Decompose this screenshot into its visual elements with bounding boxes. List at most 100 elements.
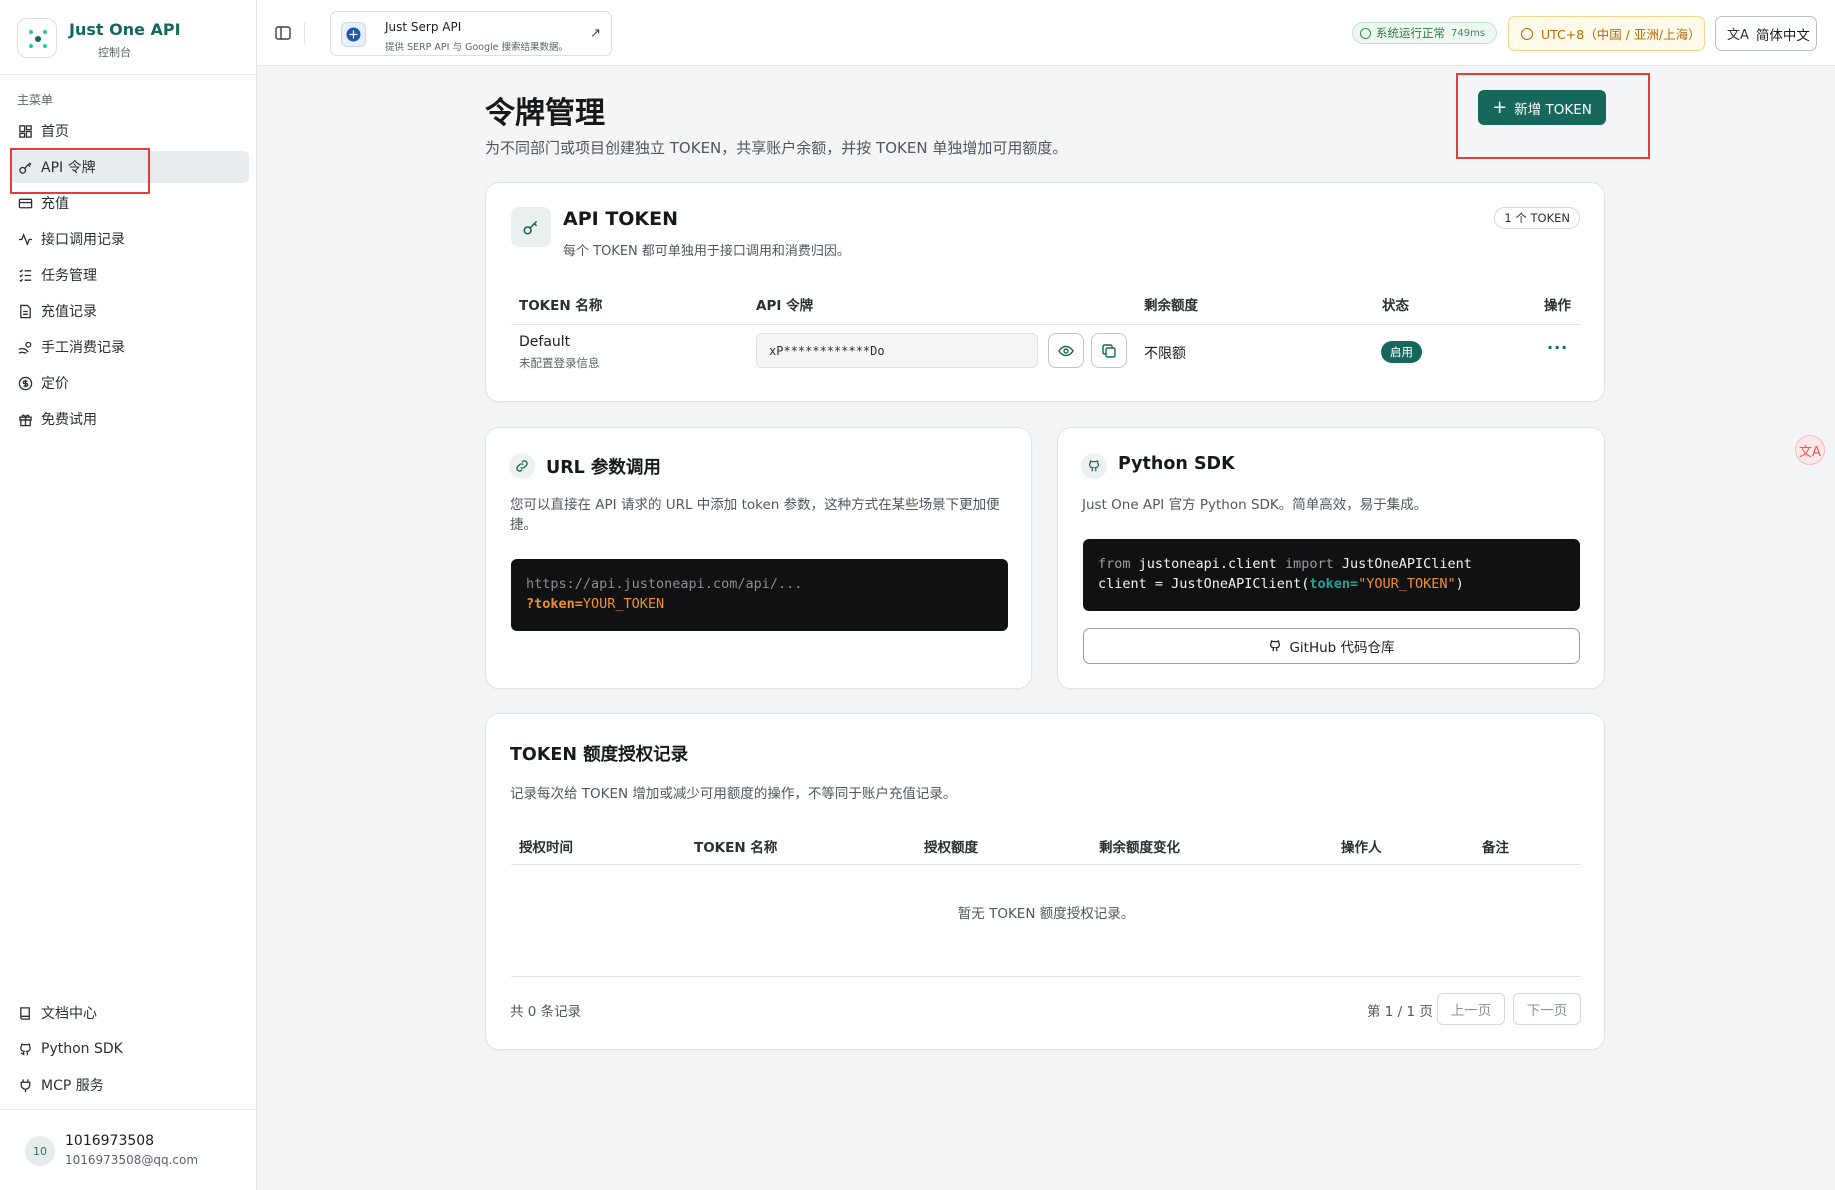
copy-token-button[interactable] bbox=[1091, 333, 1127, 368]
github-icon bbox=[17, 1041, 33, 1057]
reveal-token-button[interactable] bbox=[1048, 333, 1084, 368]
sidebar-item-label: 充值 bbox=[41, 196, 69, 212]
plus-icon: + bbox=[1492, 96, 1508, 118]
card-icon bbox=[17, 195, 33, 211]
translate-icon: 文A bbox=[1727, 28, 1749, 43]
records-title: TOKEN 额度授权记录 bbox=[510, 745, 689, 765]
column-header: 操作 bbox=[1544, 298, 1571, 314]
column-header: 剩余额度变化 bbox=[1099, 840, 1180, 856]
sidebar-item-recharge-records[interactable]: 充值记录 bbox=[10, 295, 249, 327]
top-header: Just Serp API 提供 SERP API 与 Google 搜索结果数… bbox=[257, 0, 1835, 66]
column-header: 状态 bbox=[1382, 298, 1409, 314]
code-value: YOUR_TOKEN bbox=[582, 596, 665, 612]
brand-logo[interactable] bbox=[17, 18, 57, 58]
more-actions-button[interactable]: ··· bbox=[1547, 338, 1568, 357]
code-text: ) bbox=[1455, 576, 1464, 592]
status-latency: 749ms bbox=[1451, 27, 1486, 39]
sidebar-item-label: 接口调用记录 bbox=[41, 232, 125, 248]
column-header: 备注 bbox=[1482, 840, 1509, 856]
column-header: 授权额度 bbox=[924, 840, 978, 856]
copy-icon bbox=[1102, 343, 1116, 358]
sidebar-item-api-logs[interactable]: 接口调用记录 bbox=[10, 223, 249, 255]
code-keyword: import bbox=[1284, 556, 1334, 572]
table-divider bbox=[511, 864, 1581, 865]
dashboard-icon bbox=[17, 123, 33, 139]
github-icon bbox=[1081, 453, 1107, 479]
key-icon bbox=[17, 159, 33, 175]
sidebar-item-label: 任务管理 bbox=[41, 268, 97, 284]
code-kwarg: token= bbox=[1309, 576, 1359, 592]
link-icon bbox=[509, 453, 535, 479]
sidebar-item-label: MCP 服务 bbox=[41, 1078, 104, 1094]
sidebar-item-manual-records[interactable]: 手工消费记录 bbox=[10, 331, 249, 363]
activity-icon bbox=[17, 231, 33, 247]
timezone-badge[interactable]: UTC+8（中国 / 亚洲/上海） bbox=[1508, 16, 1705, 51]
code-string: "YOUR_TOKEN" bbox=[1358, 576, 1456, 592]
token-key-field[interactable]: xP************Do bbox=[756, 333, 1038, 368]
sidebar-item-tasks[interactable]: 任务管理 bbox=[10, 259, 249, 291]
code-text: client = JustOneAPIClient( bbox=[1098, 576, 1310, 592]
column-header: 授权时间 bbox=[519, 840, 573, 856]
brand-title: Just One API bbox=[69, 20, 181, 39]
new-token-button[interactable]: + 新增 TOKEN bbox=[1478, 90, 1606, 125]
serp-logo-icon bbox=[341, 22, 366, 47]
token-login-info: 未配置登录信息 bbox=[519, 356, 600, 370]
sidebar-item-mcp[interactable]: MCP 服务 bbox=[10, 1069, 249, 1101]
menu-heading: 主菜单 bbox=[17, 93, 54, 107]
clock-icon bbox=[1521, 27, 1533, 40]
sdk-code-block[interactable]: from justoneapi.client import JustOneAPI… bbox=[1083, 539, 1580, 611]
user-name: 1016973508 bbox=[65, 1133, 155, 1149]
table-divider bbox=[511, 976, 1581, 977]
key-icon bbox=[511, 207, 551, 247]
language-label: 简体中文 bbox=[1755, 27, 1810, 44]
check-circle-icon bbox=[1360, 27, 1371, 39]
column-header: TOKEN 名称 bbox=[694, 840, 778, 856]
sdk-card-title: Python SDK bbox=[1118, 454, 1235, 474]
eye-icon bbox=[1058, 345, 1074, 356]
url-card-description: 您可以直接在 API 请求的 URL 中添加 token 参数，这种方式在某些场… bbox=[510, 497, 1000, 533]
github-repo-button[interactable]: GitHub 代码仓库 bbox=[1083, 628, 1580, 664]
records-total: 共 0 条记录 bbox=[510, 1004, 582, 1020]
sidebar-item-label: 免费试用 bbox=[41, 412, 97, 428]
column-header: API 令牌 bbox=[756, 298, 814, 314]
system-status-badge[interactable]: 系统运行正常 749ms bbox=[1352, 22, 1497, 44]
table-divider bbox=[511, 324, 1581, 325]
records-description: 记录每次给 TOKEN 增加或减少可用额度的操作，不等同于账户充值记录。 bbox=[510, 786, 957, 802]
brand-header: Just One API 控制台 bbox=[0, 0, 257, 75]
sidebar-item-label: API 令牌 bbox=[41, 160, 96, 176]
gift-icon bbox=[17, 411, 33, 427]
serp-api-link[interactable]: Just Serp API 提供 SERP API 与 Google 搜索结果数… bbox=[330, 11, 612, 56]
url-code-block[interactable]: https://api.justoneapi.com/api/... ?toke… bbox=[511, 559, 1008, 631]
language-switcher[interactable]: 文A 简体中文 bbox=[1715, 16, 1817, 51]
github-icon bbox=[1270, 640, 1281, 652]
sidebar-item-docs[interactable]: 文档中心 bbox=[10, 997, 249, 1029]
serp-title: Just Serp API bbox=[385, 20, 462, 34]
sidebar-item-recharge[interactable]: 充值 bbox=[10, 187, 249, 219]
page-title: 令牌管理 bbox=[485, 96, 605, 131]
sidebar-toggle-icon[interactable] bbox=[274, 24, 292, 42]
github-button-label: GitHub 代码仓库 bbox=[1289, 640, 1395, 656]
sidebar-item-label: 首页 bbox=[41, 124, 69, 140]
sidebar-item-python-sdk[interactable]: Python SDK bbox=[10, 1033, 249, 1065]
code-module: justoneapi.client bbox=[1130, 556, 1285, 572]
sidebar-item-pricing[interactable]: 定价 bbox=[10, 367, 249, 399]
user-email: 1016973508@qq.com bbox=[65, 1153, 199, 1167]
prev-page-button[interactable]: 上一页 bbox=[1437, 993, 1505, 1025]
sidebar: Just One API 控制台 主菜单 首页 API 令牌 充值 接口调用记录… bbox=[0, 0, 257, 1190]
code-class: JustOneAPIClient bbox=[1333, 556, 1472, 572]
avatar[interactable]: 10 bbox=[25, 1136, 55, 1166]
sidebar-item-label: 充值记录 bbox=[41, 304, 97, 320]
status-badge: 启用 bbox=[1381, 341, 1422, 363]
sidebar-item-label: 手工消费记录 bbox=[41, 340, 125, 356]
code-param: ?token= bbox=[526, 596, 583, 612]
dollar-icon bbox=[17, 375, 33, 391]
sidebar-item-free-trial[interactable]: 免费试用 bbox=[10, 403, 249, 435]
sidebar-item-api-token[interactable]: API 令牌 bbox=[10, 151, 249, 183]
external-link-icon: ↗ bbox=[590, 26, 601, 41]
translate-fab-button[interactable]: 文A bbox=[1795, 435, 1825, 465]
column-header: TOKEN 名称 bbox=[519, 298, 603, 314]
sidebar-item-home[interactable]: 首页 bbox=[10, 115, 249, 147]
next-page-button[interactable]: 下一页 bbox=[1513, 993, 1581, 1025]
api-token-card: API TOKEN 每个 TOKEN 都可单独用于接口调用和消费归因。 1 个 … bbox=[485, 182, 1605, 402]
sidebar-item-label: 定价 bbox=[41, 376, 69, 392]
